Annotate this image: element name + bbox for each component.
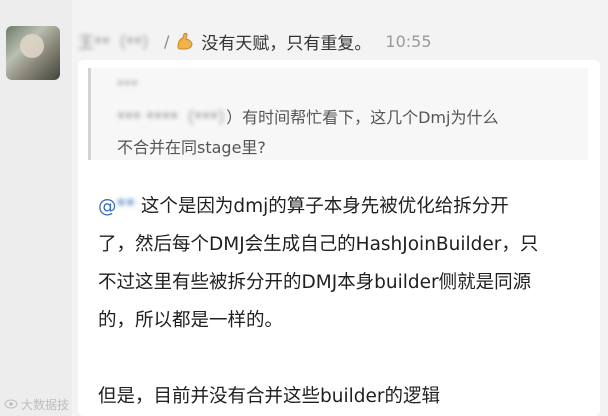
mention-name: **: [116, 196, 136, 217]
reply-line1-text: 这个是因为dmj的算子本身先被优化给拆分开: [135, 196, 509, 217]
avatar[interactable]: [6, 26, 60, 80]
quoted-message[interactable]: *** *** ****（***））有时间帮忙看下，这几个Dmj为什么 不合并在…: [88, 68, 588, 160]
watermark-text: 大数据技: [21, 398, 70, 412]
reply-line-5: 但是，目前并没有合并这些builder的逻辑: [98, 386, 440, 407]
mention-at: @: [98, 196, 117, 217]
quote-line1-text: ）有时间帮忙看下，这几个Dmj为什么: [226, 108, 499, 127]
message-header: 王**（**） / 没有天赋，只有重复。 10:55: [78, 28, 432, 54]
reply-line-4: 的，所以都是一样的。: [98, 310, 284, 331]
reply-line-3: 不过这里有些被拆分开的DMJ本身builder侧就是同源: [98, 272, 532, 293]
message-bubble[interactable]: *** *** ****（***））有时间帮忙看下，这几个Dmj为什么 不合并在…: [78, 60, 600, 416]
flexed-bicep-icon: [175, 31, 195, 51]
message-time: 10:55: [385, 31, 432, 51]
reply-line-1: @** 这个是因为dmj的算子本身先被优化给拆分开: [98, 188, 593, 226]
watermark: 大数据技: [4, 396, 69, 413]
status-text: 没有天赋，只有重复。: [201, 33, 372, 54]
mention[interactable]: @**: [98, 196, 135, 217]
quote-text-line-2: 不合并在同stage里?: [117, 138, 266, 157]
reply-line-2: 了，然后每个DMJ会生成自己的HashJoinBuilder，只: [98, 234, 539, 255]
reply-text: @** 这个是因为dmj的算子本身先被优化给拆分开 了，然后每个DMJ会生成自己…: [98, 188, 593, 416]
quote-mention-blurred: *** ****（***）: [117, 108, 227, 127]
quote-author: ***: [117, 78, 138, 94]
eye-icon: [4, 398, 18, 412]
sender-name[interactable]: 王**（**）: [78, 29, 158, 53]
sender-separator: /: [164, 31, 170, 51]
quote-text-line-1: *** ****（***））有时间帮忙看下，这几个Dmj为什么: [117, 104, 498, 128]
